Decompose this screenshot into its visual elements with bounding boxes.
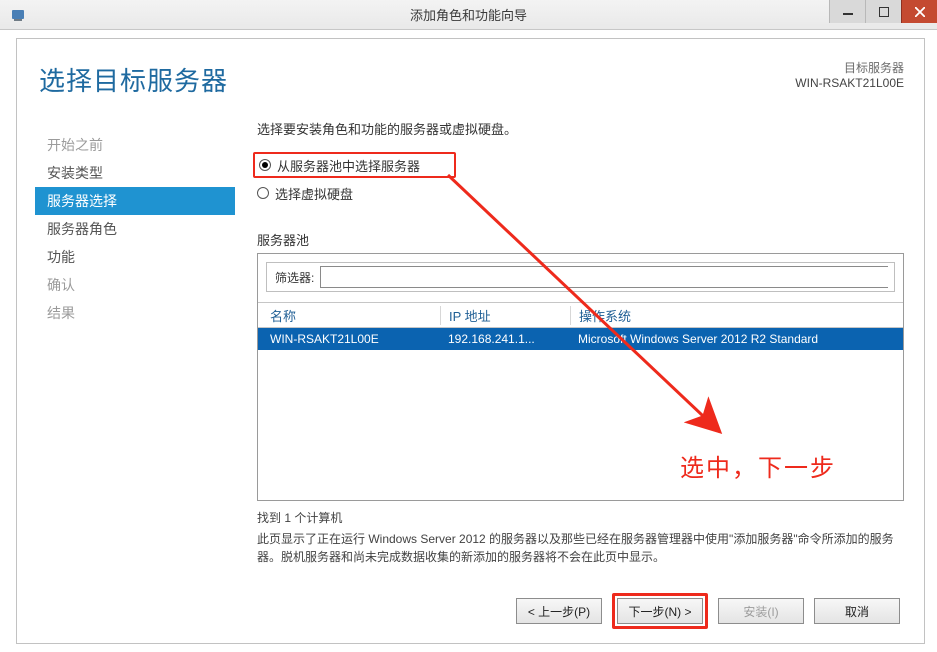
titlebar: 添加角色和功能向导 (0, 0, 937, 30)
annotation-callout-radio: 从服务器池中选择服务器 (253, 152, 456, 178)
maximize-button[interactable] (865, 0, 901, 23)
minimize-button[interactable] (829, 0, 865, 23)
table-row[interactable]: WIN-RSAKT21L00E 192.168.241.1... Microso… (258, 328, 903, 350)
found-count: 找到 1 个计算机 (257, 509, 904, 526)
app-icon (6, 3, 30, 27)
page-heading: 选择目标服务器 (39, 61, 228, 98)
row-ip: 192.168.241.1... (440, 332, 570, 346)
previous-button[interactable]: < 上一步(P) (516, 598, 602, 624)
radio-vhd-label: 选择虚拟硬盘 (275, 184, 353, 203)
destination-name: WIN-RSAKT21L00E (795, 76, 904, 90)
grid-header: 名称 IP 地址 操作系统 (258, 302, 903, 328)
radio-icon (257, 187, 269, 199)
row-os: Microsoft Windows Server 2012 R2 Standar… (570, 332, 903, 346)
sidebar-item-installation-type[interactable]: 安装类型 (35, 159, 235, 187)
next-button[interactable]: 下一步(N) > (617, 598, 703, 624)
sidebar-item-features[interactable]: 功能 (35, 243, 235, 271)
row-name: WIN-RSAKT21L00E (270, 332, 440, 346)
annotation-text: 选中，下一步 (680, 448, 836, 483)
column-name[interactable]: 名称 (270, 306, 440, 325)
radio-select-vhd[interactable]: 选择虚拟硬盘 (257, 182, 904, 204)
close-button[interactable] (901, 0, 937, 23)
page-description: 此页显示了正在运行 Windows Server 2012 的服务器以及那些已经… (257, 530, 904, 566)
destination-label: 目标服务器 (795, 59, 904, 76)
sidebar-item-confirmation[interactable]: 确认 (35, 271, 235, 299)
sidebar-item-server-roles[interactable]: 服务器角色 (35, 215, 235, 243)
filter-input[interactable] (320, 266, 888, 288)
window-title: 添加角色和功能向导 (0, 5, 937, 24)
sidebar-item-results[interactable]: 结果 (35, 299, 235, 327)
wizard-panel: 选择目标服务器 目标服务器 WIN-RSAKT21L00E 开始之前 安装类型 … (16, 38, 925, 644)
cancel-button[interactable]: 取消 (814, 598, 900, 624)
radio-select-from-pool[interactable]: 从服务器池中选择服务器 (259, 154, 420, 176)
button-bar: < 上一步(P) 下一步(N) > 安装(I) 取消 (516, 593, 900, 629)
window-controls (829, 0, 937, 30)
instruction-text: 选择要安装角色和功能的服务器或虚拟硬盘。 (257, 119, 904, 138)
sidebar: 开始之前 安装类型 服务器选择 服务器角色 功能 确认 结果 (35, 131, 235, 327)
annotation-callout-next: 下一步(N) > (612, 593, 708, 629)
sidebar-item-server-selection[interactable]: 服务器选择 (35, 187, 235, 215)
column-os[interactable]: 操作系统 (570, 306, 903, 325)
destination-box: 目标服务器 WIN-RSAKT21L00E (795, 59, 904, 90)
radio-pool-label: 从服务器池中选择服务器 (277, 156, 420, 175)
filter-label: 筛选器: (267, 269, 320, 286)
column-ip[interactable]: IP 地址 (440, 306, 570, 325)
filter-row: 筛选器: (266, 262, 895, 292)
content-area: 选择要安装角色和功能的服务器或虚拟硬盘。 从服务器池中选择服务器 选择虚拟硬盘 … (257, 119, 904, 583)
sidebar-item-before-you-begin[interactable]: 开始之前 (35, 131, 235, 159)
radio-icon (259, 159, 271, 171)
server-pool-label: 服务器池 (257, 230, 904, 249)
install-button[interactable]: 安装(I) (718, 598, 804, 624)
